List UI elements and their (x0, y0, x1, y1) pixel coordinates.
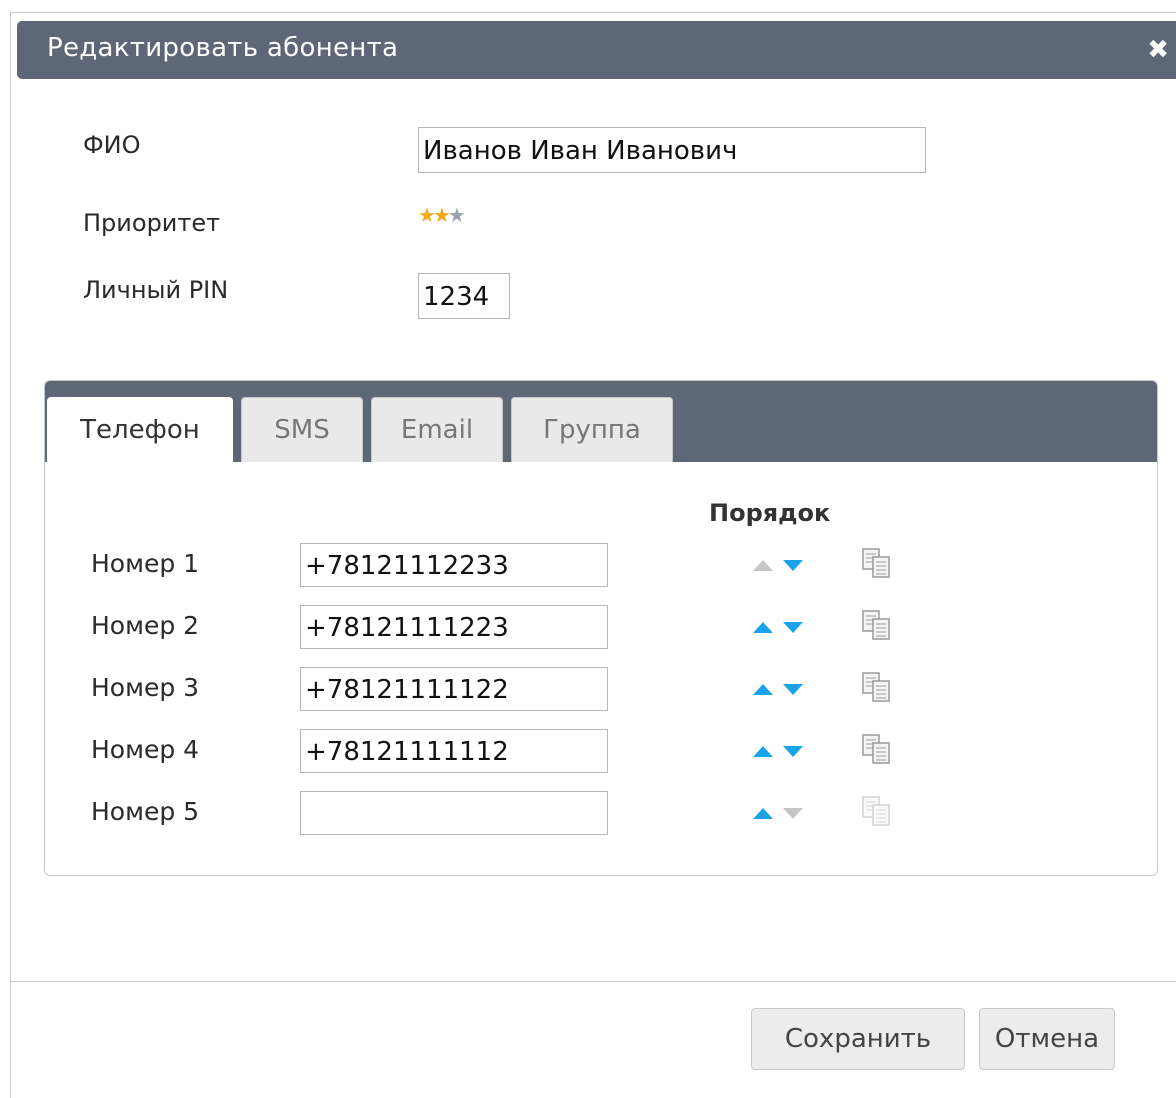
move-up-icon[interactable] (753, 560, 773, 571)
star-filled-icon[interactable]: ★ (418, 203, 436, 227)
phone-number-input[interactable] (300, 729, 608, 773)
move-down-icon[interactable] (783, 808, 803, 819)
edit-subscriber-dialog: Редактировать абонента ✖ ФИО Приоритет ★… (10, 12, 1176, 1098)
phone-number-label: Номер 5 (91, 797, 200, 826)
phone-number-input[interactable] (300, 791, 608, 835)
tab-email[interactable]: Email (371, 397, 503, 462)
phone-number-input[interactable] (300, 543, 608, 587)
move-down-icon[interactable] (783, 622, 803, 633)
copy-icon[interactable] (861, 609, 895, 643)
move-up-icon[interactable] (753, 746, 773, 757)
move-down-icon[interactable] (783, 684, 803, 695)
phone-number-label: Номер 2 (91, 611, 200, 640)
cancel-button[interactable]: Отмена (979, 1008, 1115, 1070)
footer-divider (11, 981, 1176, 982)
copy-icon[interactable] (861, 547, 895, 581)
order-column-header: Порядок (709, 499, 831, 527)
move-up-icon[interactable] (753, 684, 773, 695)
move-up-icon[interactable] (753, 622, 773, 633)
fio-label: ФИО (83, 131, 141, 159)
move-up-icon[interactable] (753, 808, 773, 819)
pin-label: Личный PIN (83, 276, 229, 304)
copy-icon[interactable] (861, 795, 895, 829)
star-empty-icon[interactable]: ★ (448, 203, 466, 227)
fio-input[interactable] (418, 127, 926, 173)
dialog-title: Редактировать абонента (47, 33, 399, 63)
tab-phone[interactable]: Телефон (47, 397, 233, 463)
phone-number-label: Номер 4 (91, 735, 200, 764)
priority-rating[interactable]: ★★★ (418, 203, 466, 227)
move-down-icon[interactable] (783, 746, 803, 757)
phone-number-label: Номер 1 (91, 549, 200, 578)
copy-icon[interactable] (861, 733, 895, 767)
phone-number-input[interactable] (300, 667, 608, 711)
tab-strip: Телефон SMS Email Группа (45, 381, 1157, 463)
close-icon[interactable]: ✖ (1147, 35, 1169, 65)
pin-input[interactable] (418, 273, 510, 319)
phone-number-label: Номер 3 (91, 673, 200, 702)
save-button[interactable]: Сохранить (751, 1008, 965, 1070)
phone-number-input[interactable] (300, 605, 608, 649)
priority-label: Приоритет (83, 209, 221, 237)
dialog-titlebar: Редактировать абонента ✖ (17, 21, 1176, 79)
tab-group[interactable]: Группа (511, 397, 673, 462)
move-down-icon[interactable] (783, 560, 803, 571)
tab-sms[interactable]: SMS (241, 397, 363, 462)
star-filled-icon[interactable]: ★ (433, 203, 451, 227)
copy-icon[interactable] (861, 671, 895, 705)
contact-tabs-panel: Телефон SMS Email Группа Порядок Номер 1… (44, 380, 1158, 876)
